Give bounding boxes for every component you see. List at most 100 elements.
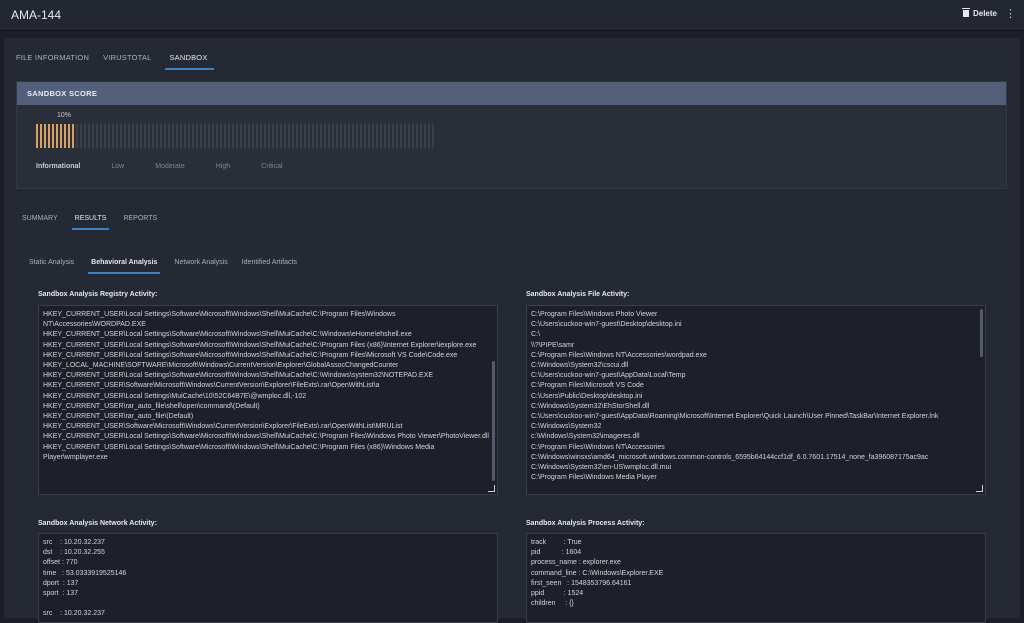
score-meter-tick — [204, 124, 206, 148]
score-meter-tick — [36, 124, 38, 148]
result-tabs: SUMMARY RESULTS REPORTS — [22, 215, 171, 230]
registry-activity-title: Sandbox Analysis Registry Activity: — [38, 291, 158, 298]
more-options-icon[interactable]: ⋮ — [1005, 7, 1016, 20]
sandbox-score-header: SANDBOX SCORE — [17, 82, 1006, 105]
scrollbar[interactable] — [492, 361, 495, 481]
score-meter-tick — [164, 124, 166, 148]
score-meter-tick — [324, 124, 326, 148]
tab-sandbox[interactable]: SANDBOX — [165, 53, 214, 70]
score-meter-tick — [308, 124, 310, 148]
registry-activity-textarea[interactable]: HKEY_CURRENT_USER\Local Settings\Softwar… — [38, 305, 498, 495]
score-meter-tick — [200, 124, 202, 148]
top-tabs: FILE INFORMATION VIRUSTOTAL SANDBOX — [16, 53, 228, 70]
score-meter-tick — [188, 124, 190, 148]
network-activity-content: src : 10.20.32.237 dst : 10.20.32.255 offs… — [43, 538, 493, 620]
score-meter-tick — [228, 124, 230, 148]
score-meter-tick — [60, 124, 62, 148]
text-line: C:\Users\cuckoo-win7-guest\AppData\Roami… — [531, 413, 939, 421]
text-line: command_line : C:\Windows\Explorer.EXE — [531, 569, 664, 577]
tab-network-analysis[interactable]: Network Analysis — [174, 259, 227, 274]
score-meter-tick — [108, 124, 110, 148]
tab-summary[interactable]: SUMMARY — [22, 215, 58, 230]
level-moderate: Moderate — [155, 163, 185, 170]
score-meter-tick — [40, 124, 42, 148]
score-meter-tick — [52, 124, 54, 148]
network-activity-textarea[interactable]: src : 10.20.32.237 dst : 10.20.32.255 offs… — [38, 533, 498, 623]
score-meter-tick — [156, 124, 158, 148]
score-meter-tick — [96, 124, 98, 148]
tab-file-information[interactable]: FILE INFORMATION — [16, 53, 89, 70]
score-meter-tick — [328, 124, 330, 148]
score-meter-tick — [212, 124, 214, 148]
text-line: c:\Windows\System32\imageres.dll — [531, 433, 640, 441]
text-line: HKEY_CURRENT_USER\Local Settings\Softwar… — [43, 443, 437, 461]
score-meter-tick — [236, 124, 238, 148]
score-meter-tick — [220, 124, 222, 148]
score-meter-tick — [424, 124, 426, 148]
resize-handle-icon[interactable] — [488, 485, 495, 492]
score-levels: Informational Low Moderate High Critical — [36, 163, 314, 170]
text-line: HKEY_CURRENT_USER\rar_auto_file\(Default… — [43, 413, 194, 421]
score-meter-tick — [144, 124, 146, 148]
score-meter-tick — [264, 124, 266, 148]
main-panel: FILE INFORMATION VIRUSTOTAL SANDBOX SAND… — [4, 38, 1020, 623]
text-line: C:\Program Files\Windows NT\Accessories — [531, 443, 665, 451]
level-informational: Informational — [36, 163, 81, 170]
text-line: pid : 1604 — [531, 549, 582, 557]
score-meter-tick — [192, 124, 194, 148]
score-meter-tick — [356, 124, 358, 148]
file-activity-title: Sandbox Analysis File Activity: — [526, 291, 630, 298]
score-meter-tick — [404, 124, 406, 148]
tab-virustotal[interactable]: VIRUSTOTAL — [103, 53, 151, 70]
score-meter-tick — [56, 124, 58, 148]
score-meter-tick — [296, 124, 298, 148]
page-title: AMA-144 — [11, 8, 62, 22]
score-meter-tick — [64, 124, 66, 148]
delete-button[interactable]: Delete — [961, 8, 997, 18]
text-line: C:\Program Files\Windows Media Player — [531, 474, 657, 482]
tab-behavioral-analysis[interactable]: Behavioral Analysis — [88, 259, 161, 274]
score-meter-tick — [272, 124, 274, 148]
score-meter-tick — [252, 124, 254, 148]
top-bar: AMA-144 Delete ⋮ — [0, 0, 1024, 31]
score-meter-tick — [196, 124, 198, 148]
text-line: C:\Windows\winsxs\amd64_microsoft.window… — [531, 453, 929, 461]
tab-static-analysis[interactable]: Static Analysis — [29, 259, 74, 274]
score-meter-tick — [256, 124, 258, 148]
text-line: C:\Windows\System32\en-US\wmploc.dll.mui — [531, 464, 672, 472]
tab-reports[interactable]: REPORTS — [123, 215, 157, 230]
level-low: Low — [111, 163, 125, 170]
score-meter-tick — [292, 124, 294, 148]
score-meter-tick — [348, 124, 350, 148]
score-meter-tick — [176, 124, 178, 148]
text-line: dport : 137 — [43, 579, 79, 587]
text-line: offset : 770 — [43, 559, 78, 567]
file-activity-textarea[interactable]: C:\Program Files\Windows Photo Viewer C:\… — [526, 305, 986, 495]
score-meter-tick — [428, 124, 430, 148]
text-line: HKEY_CURRENT_USER\Software\Microsoft\Win… — [43, 382, 380, 390]
score-meter-tick — [268, 124, 270, 148]
scrollbar[interactable] — [980, 309, 983, 357]
score-meter-tick — [72, 124, 74, 148]
score-meter-tick — [284, 124, 286, 148]
score-meter-tick — [372, 124, 374, 148]
process-activity-textarea[interactable]: track : True pid : 1604 process_name : exp… — [526, 533, 986, 623]
resize-handle-icon[interactable] — [976, 485, 983, 492]
text-line — [43, 599, 493, 609]
score-meter-tick — [216, 124, 218, 148]
tab-results[interactable]: RESULTS — [71, 215, 110, 230]
score-meter-tick — [396, 124, 398, 148]
score-meter-tick — [332, 124, 334, 148]
text-line: C:\Users\cuckoo-win7-guest\Desktop\deskt… — [531, 321, 682, 329]
text-line: C:\Program Files\Windows Photo Viewer — [531, 311, 658, 318]
score-meter-tick — [304, 124, 306, 148]
score-meter-tick — [84, 124, 86, 148]
score-meter-tick — [244, 124, 246, 148]
text-line: HKEY_CURRENT_USER\Local Settings\Softwar… — [43, 351, 458, 359]
score-meter-tick — [184, 124, 186, 148]
tab-identified-artifacts[interactable]: Identified Artifacts — [242, 259, 297, 274]
score-meter-tick — [232, 124, 234, 148]
score-meter-tick — [388, 124, 390, 148]
file-activity-content: C:\Program Files\Windows Photo Viewer C:\… — [531, 310, 981, 483]
text-line: children : {} — [531, 600, 574, 608]
